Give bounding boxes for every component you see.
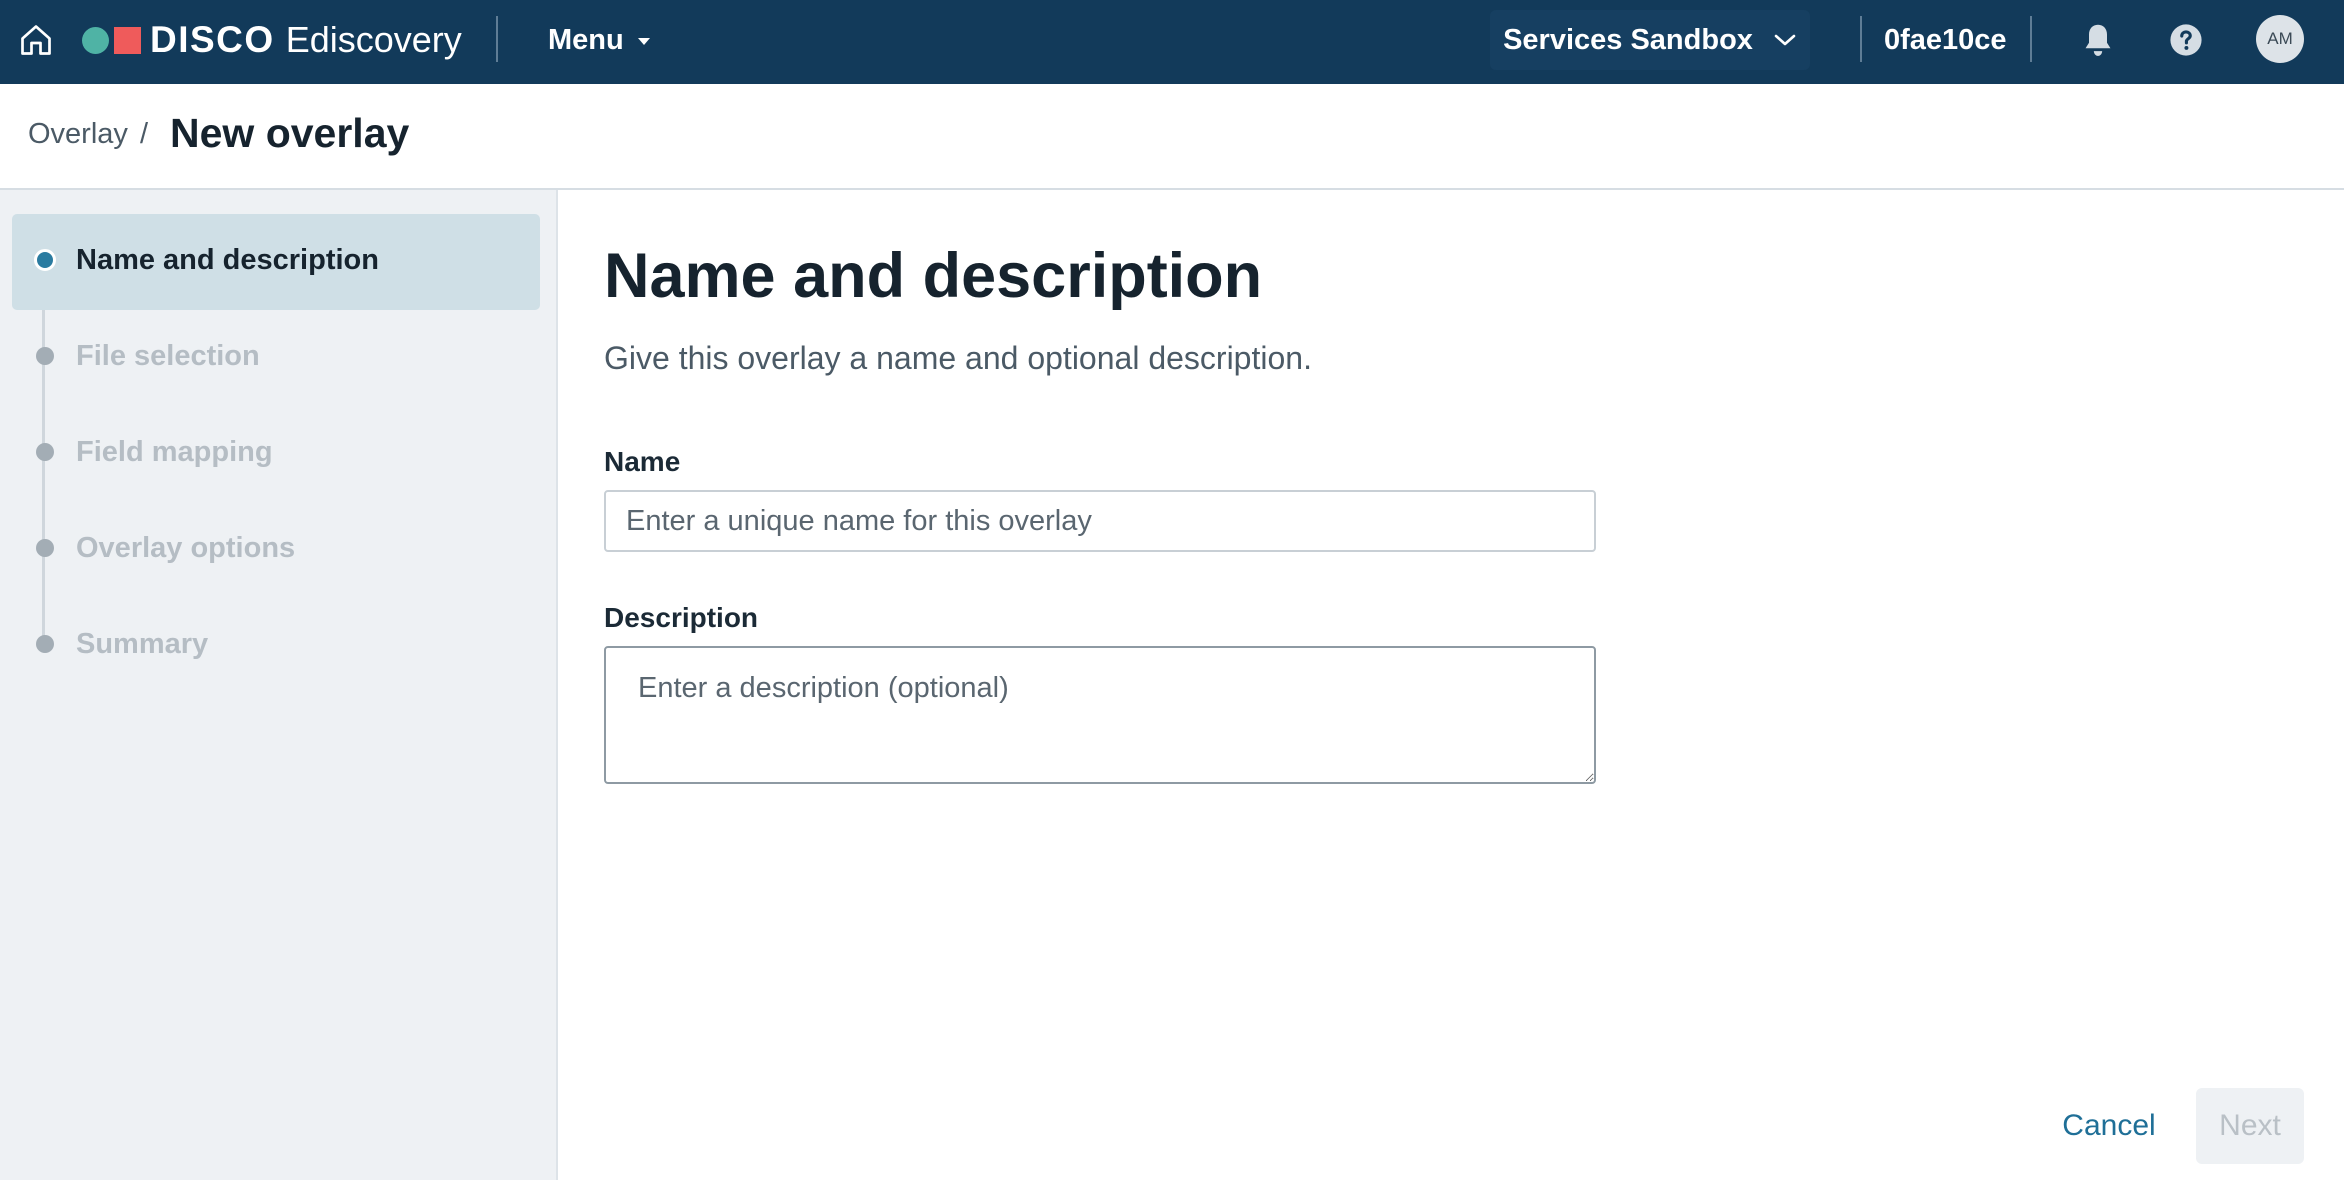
breadcrumb-overlay-link[interactable]: Overlay xyxy=(28,118,128,151)
name-label: Name xyxy=(604,446,681,477)
section-title: Name and description xyxy=(604,241,1263,311)
step-indicator-current xyxy=(34,249,56,271)
overlay-name-input[interactable] xyxy=(604,490,1596,552)
notifications-button[interactable] xyxy=(2074,16,2122,64)
tenant-id[interactable]: 0fae10ce xyxy=(1884,18,2007,62)
step-name-and-description[interactable]: Name and description xyxy=(12,214,540,310)
step-label: Name and description xyxy=(76,244,379,276)
logo-circle xyxy=(82,26,109,54)
step-label: Summary xyxy=(76,628,209,660)
menu-label: Menu xyxy=(548,23,624,56)
step-indicator xyxy=(36,443,54,461)
bell-icon xyxy=(2085,24,2111,56)
divider xyxy=(1860,16,1862,62)
top-navigation-bar: DISCO Ediscovery Menu Services Sandbox 0… xyxy=(0,0,2344,84)
help-icon xyxy=(2170,24,2202,56)
chevron-down-icon xyxy=(1773,32,1797,48)
step-file-selection: File selection xyxy=(12,310,540,406)
step-indicator xyxy=(36,635,54,653)
step-field-mapping: Field mapping xyxy=(12,406,540,502)
home-icon xyxy=(21,25,51,55)
product-name: Ediscovery xyxy=(285,19,462,60)
home-button[interactable] xyxy=(14,18,58,62)
user-avatar[interactable]: AM xyxy=(2256,15,2304,63)
help-button[interactable] xyxy=(2162,16,2210,64)
logo-square xyxy=(114,26,141,54)
workspace-name: Services Sandbox xyxy=(1503,23,1753,56)
divider xyxy=(496,16,498,62)
step-label: Overlay options xyxy=(76,532,296,564)
page-title: New overlay xyxy=(170,110,410,156)
section-description: Give this overlay a name and optional de… xyxy=(604,340,1312,376)
overlay-description-textarea[interactable] xyxy=(604,646,1596,784)
wizard-steps-sidebar: Name and description File selection Fiel… xyxy=(0,190,558,1180)
step-indicator xyxy=(36,347,54,365)
menu-button[interactable]: Menu xyxy=(548,18,650,62)
next-button[interactable]: Next xyxy=(2196,1088,2304,1164)
workspace-selector[interactable]: Services Sandbox xyxy=(1490,10,1810,70)
brand-name: DISCO xyxy=(150,19,275,60)
app-logo[interactable]: DISCO Ediscovery xyxy=(82,16,462,64)
breadcrumb: Overlay / New overlay xyxy=(0,84,2344,190)
cancel-button[interactable]: Cancel xyxy=(2054,1088,2164,1164)
step-overlay-options: Overlay options xyxy=(12,502,540,598)
step-label: File selection xyxy=(76,340,260,372)
description-label: Description xyxy=(604,602,759,633)
breadcrumb-separator: / xyxy=(140,118,149,150)
caret-down-icon xyxy=(637,38,650,45)
step-indicator xyxy=(36,539,54,557)
step-label: Field mapping xyxy=(76,436,273,468)
step-summary: Summary xyxy=(12,598,540,694)
divider xyxy=(2030,16,2032,62)
